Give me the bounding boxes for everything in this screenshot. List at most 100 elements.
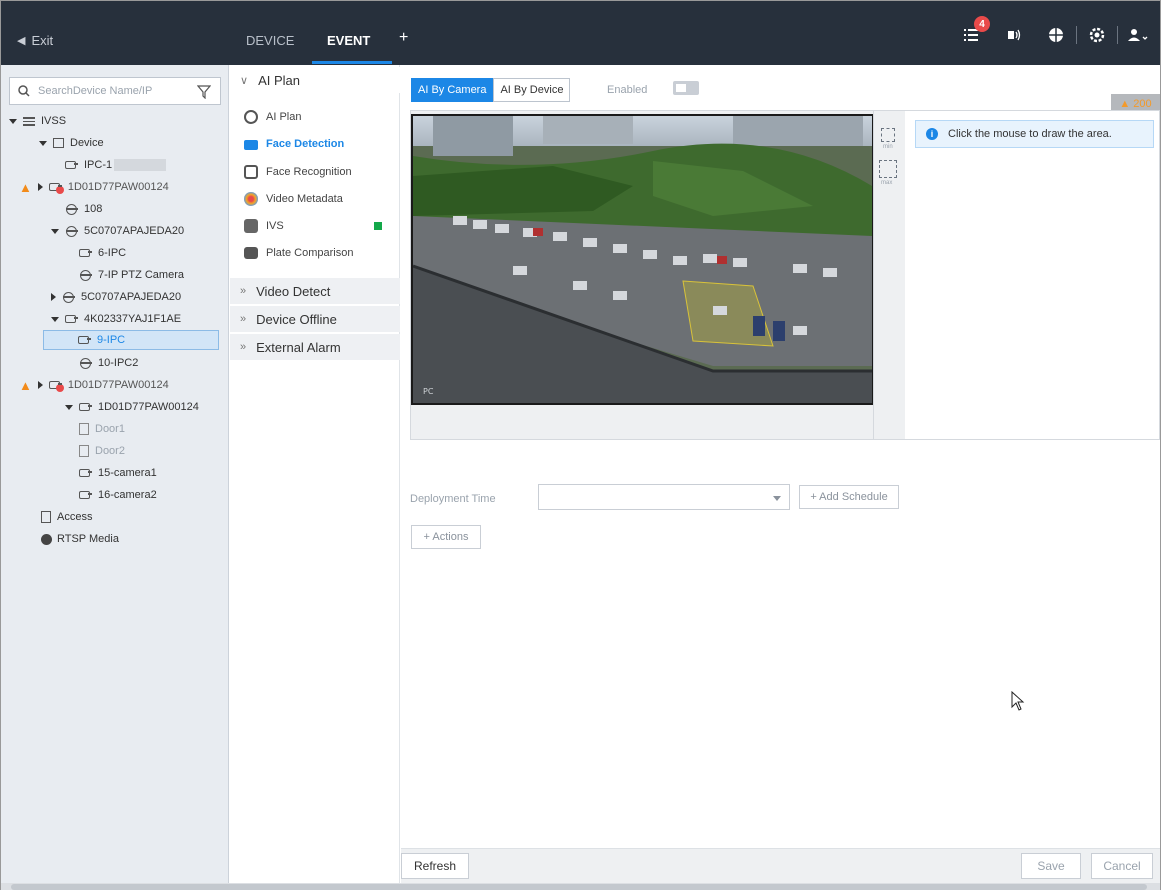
horizontal-scrollbar[interactable]: [1, 883, 1160, 890]
group-video-detect[interactable]: » Video Detect: [230, 278, 400, 304]
device-search-input[interactable]: SearchDevice Name/IP: [9, 77, 221, 105]
menu-item-face-recognition[interactable]: Face Recognition: [244, 161, 352, 183]
user-icon: [1128, 29, 1148, 41]
expand-icon[interactable]: [39, 140, 47, 146]
deployment-time-select[interactable]: [538, 484, 790, 510]
tree-node-offline-device-2[interactable]: ▲ 1D01D77PAW00124: [19, 375, 169, 395]
scrollbar-thumb[interactable]: [11, 884, 1147, 890]
group-external-alarm[interactable]: » External Alarm: [230, 334, 400, 360]
chevron-down-icon: [773, 496, 781, 501]
mouse-cursor-icon: [1011, 691, 1025, 711]
tree-node-15-camera1[interactable]: 15-camera1: [79, 463, 157, 483]
tab-event[interactable]: EVENT: [327, 33, 370, 48]
app-window: ◀ Exit DEVICE EVENT + 4 SearchDevice Nam…: [0, 0, 1161, 890]
enabled-toggle[interactable]: [673, 81, 699, 95]
tree-node-rtsp-media[interactable]: RTSP Media: [41, 529, 119, 549]
menu-item-video-metadata[interactable]: Video Metadata: [244, 188, 343, 210]
tree-node-device[interactable]: Device: [39, 133, 104, 153]
save-button[interactable]: Save: [1021, 853, 1081, 879]
tab-ai-by-device[interactable]: AI By Device: [493, 78, 571, 102]
node-label: 4K02337YAJ1F1AE: [84, 313, 182, 325]
warning-icon: ▲: [19, 377, 32, 393]
menu-item-ai-plan[interactable]: AI Plan: [244, 106, 301, 128]
refresh-button[interactable]: Refresh: [401, 853, 469, 879]
cancel-button[interactable]: Cancel: [1091, 853, 1153, 879]
tree-node-offline-device[interactable]: ▲ 1D01D77PAW00124: [19, 177, 169, 197]
item-label: Face Recognition: [266, 166, 352, 178]
expand-icon[interactable]: [51, 316, 59, 322]
dome-camera-icon: [65, 225, 79, 237]
tree-node-door1[interactable]: Door1: [79, 419, 125, 439]
video-metadata-icon: [244, 192, 258, 206]
tab-device[interactable]: DEVICE: [246, 33, 294, 48]
collapse-chevron-icon: ∨: [240, 74, 249, 87]
node-label: IVSS: [41, 115, 67, 127]
menu-item-face-detection[interactable]: Face Detection: [244, 133, 344, 155]
ai-plan-icon: [244, 110, 258, 124]
min-size-tool[interactable]: [881, 128, 895, 142]
tree-node-1d01d77[interactable]: 1D01D77PAW00124: [65, 397, 199, 417]
tree-node-5c0707-b[interactable]: 5C0707APAJEDA20: [51, 287, 181, 307]
tree-node-9-ipc[interactable]: 9-IPC: [43, 330, 219, 350]
group-ai-plan[interactable]: ∨ AI Plan: [230, 67, 400, 93]
tree-node-door2[interactable]: Door2: [79, 441, 125, 461]
tree-node-5c0707-a[interactable]: 5C0707APAJEDA20: [51, 221, 184, 241]
tree-node-16-camera2[interactable]: 16-camera2: [79, 485, 157, 505]
enabled-status-indicator: [374, 222, 382, 230]
device-icon: [53, 138, 64, 148]
event-menu-panel: ∨ AI Plan AI Plan Face Detection Face Re…: [230, 65, 400, 883]
tree-node-access[interactable]: Access: [41, 507, 92, 527]
top-bar: ◀ Exit DEVICE EVENT + 4: [1, 1, 1160, 65]
tree-node-108[interactable]: 108: [65, 199, 102, 219]
face-detection-icon: [244, 140, 258, 150]
node-label: 16-camera2: [98, 489, 157, 501]
network-button[interactable]: [1042, 24, 1070, 46]
expand-icon[interactable]: [9, 118, 17, 124]
node-label: Access: [57, 511, 93, 523]
expand-icon[interactable]: [37, 183, 43, 191]
camera-scene-image: PC: [413, 116, 872, 403]
tree-node-6-ipc[interactable]: 6-IPC: [79, 243, 126, 263]
node-label: 5C0707APAJEDA20: [81, 291, 182, 303]
menu-item-plate-comparison[interactable]: Plate Comparison: [244, 242, 353, 264]
expand-icon[interactable]: [51, 293, 56, 301]
warning-icon: ▲: [19, 179, 32, 195]
exit-button[interactable]: ◀ Exit: [17, 33, 53, 48]
server-icon: [23, 116, 35, 126]
alarm-list-button[interactable]: 4: [958, 16, 990, 46]
divider: [873, 111, 874, 439]
tree-node-10-ipc2[interactable]: 10-IPC2: [79, 353, 138, 373]
actions-button[interactable]: + Actions: [411, 525, 481, 549]
group-label: External Alarm: [256, 339, 341, 355]
settings-button[interactable]: [1083, 24, 1111, 46]
add-schedule-button[interactable]: + Add Schedule: [799, 485, 899, 509]
expand-chevron-icon: »: [240, 341, 247, 353]
user-menu-button[interactable]: [1124, 24, 1152, 46]
group-label: Video Detect: [256, 283, 331, 299]
expand-icon[interactable]: [65, 404, 73, 410]
camera-live-view[interactable]: PC: [411, 114, 874, 405]
max-size-tool[interactable]: [879, 160, 897, 178]
tree-node-7-ptz[interactable]: 7-IP PTZ Camera: [79, 265, 184, 285]
item-label: Video Metadata: [266, 193, 343, 205]
node-label: Door2: [95, 445, 125, 457]
max-label: max: [881, 180, 893, 186]
hint-text: Click the mouse to draw the area.: [948, 128, 1112, 140]
toolbar-icons: 4: [958, 16, 1160, 47]
tab-ai-by-camera[interactable]: AI By Camera: [411, 78, 494, 102]
add-tab-button[interactable]: +: [399, 29, 408, 47]
item-label: IVS: [266, 220, 284, 232]
filter-icon[interactable]: [197, 85, 211, 99]
expand-icon[interactable]: [37, 381, 43, 389]
group-device-offline[interactable]: » Device Offline: [230, 306, 400, 332]
tree-node-ivss[interactable]: IVSS: [9, 111, 66, 131]
alert-count: 200: [1133, 98, 1152, 110]
tree-node-4k02337[interactable]: 4K02337YAJ1F1AE: [51, 309, 181, 329]
expand-icon[interactable]: [51, 228, 59, 234]
menu-item-ivs[interactable]: IVS: [244, 215, 400, 237]
offline-camera-icon: [48, 181, 64, 194]
audio-button[interactable]: [1000, 24, 1028, 46]
tree-node-ipc-1[interactable]: IPC-1: [65, 155, 167, 175]
item-label: Plate Comparison: [266, 247, 354, 259]
node-label: 1D01D77PAW00124: [98, 401, 199, 413]
